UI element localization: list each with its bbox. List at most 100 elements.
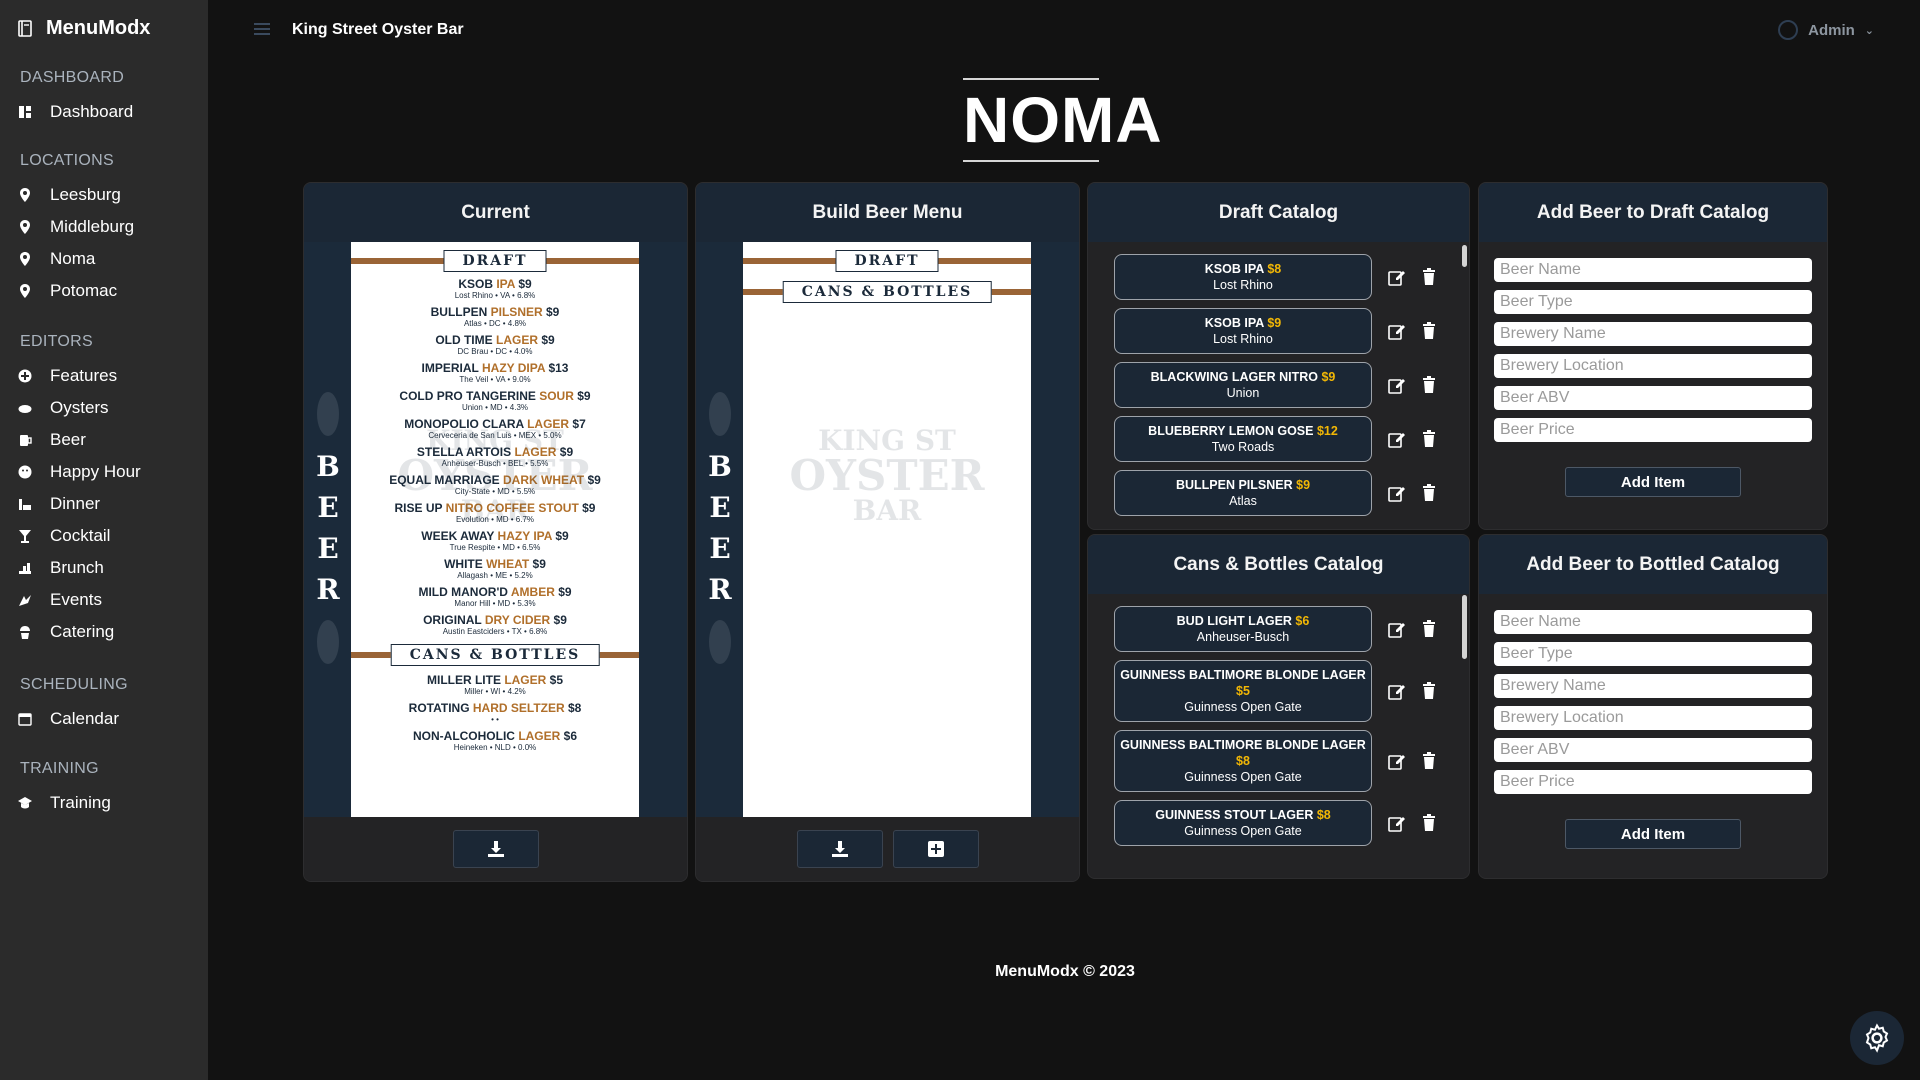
catalog-item[interactable]: GUINNESS STOUT LAGER $8 Guinness Open Gat…: [1114, 800, 1372, 846]
menu-item: WHITE WHEAT $9 Allagash • ME • 5.2%: [351, 558, 639, 581]
cocktail-icon: [18, 529, 32, 543]
trash-icon[interactable]: [1420, 322, 1438, 340]
brunch-icon: [18, 561, 32, 575]
sidebar-item-label: Brunch: [50, 558, 104, 577]
beer-name: BULLPEN: [430, 305, 491, 319]
beer-type-input[interactable]: [1494, 642, 1812, 666]
trash-icon[interactable]: [1420, 682, 1438, 700]
sidebar-item-leesburg[interactable]: Leesburg: [18, 185, 121, 205]
watermark-line: OYSTER: [789, 451, 985, 500]
trash-icon[interactable]: [1420, 814, 1438, 832]
catalog-row: BLACKWING LAGER NITRO $9 Union: [1114, 362, 1469, 408]
beer-letter: E: [709, 532, 731, 565]
sidebar-item-dashboard[interactable]: Dashboard: [18, 102, 133, 122]
sidebar-item-potomac[interactable]: Potomac: [18, 281, 117, 301]
gear-icon: [1865, 1023, 1889, 1053]
catalog-item[interactable]: BULLPEN PILSNER $9 Atlas: [1114, 470, 1372, 516]
edit-icon[interactable]: [1388, 376, 1406, 394]
brewery-location-input[interactable]: [1494, 706, 1812, 730]
catalog-item[interactable]: BUD LIGHT LAGER $6 Anheuser-Busch: [1114, 606, 1372, 652]
oyster-graphic-icon: [709, 392, 731, 436]
beer-type: SOUR: [539, 389, 574, 403]
sidebar-item-dinner[interactable]: Dinner: [18, 494, 100, 514]
brand[interactable]: MenuModx: [18, 17, 150, 40]
card-title: Build Beer Menu: [696, 183, 1079, 242]
brewery-location-input[interactable]: [1494, 354, 1812, 378]
sidebar-item-catering[interactable]: Catering: [18, 622, 114, 642]
scrollbar[interactable]: [1462, 595, 1467, 659]
beer-name: ROTATING: [408, 701, 473, 715]
beer-price: $5: [546, 673, 563, 687]
beer-name: BUD LIGHT LAGER: [1176, 614, 1292, 628]
edit-icon[interactable]: [1388, 752, 1406, 770]
oyster-graphic-icon: [709, 620, 731, 664]
edit-icon[interactable]: [1388, 430, 1406, 448]
sidebar-item-noma[interactable]: Noma: [18, 249, 95, 269]
sidebar-item-oysters[interactable]: Oysters: [18, 398, 109, 418]
sidebar-item-events[interactable]: Events: [18, 590, 102, 610]
beer-price: $8: [1316, 808, 1331, 822]
trash-icon[interactable]: [1420, 268, 1438, 286]
settings-button[interactable]: [1850, 1011, 1904, 1065]
sidebar-item-calendar[interactable]: Calendar: [18, 709, 119, 729]
catalog-item-name: GUINNESS BALTIMORE BLONDE LAGER $5: [1119, 667, 1367, 699]
beer-details: DC Brau • DC • 4.0%: [457, 347, 533, 356]
sidebar-item-happy-hour[interactable]: Happy Hour: [18, 462, 141, 482]
card-footer: [696, 817, 1079, 881]
edit-icon[interactable]: [1388, 484, 1406, 502]
sidebar-item-label: Dinner: [50, 494, 101, 513]
menu-item-name: MILD MANOR'D AMBER $9: [351, 586, 639, 599]
sidebar-item-beer[interactable]: Beer: [18, 430, 86, 450]
beer-letter: E: [709, 491, 731, 524]
beer-name-input[interactable]: [1494, 258, 1812, 282]
trash-icon[interactable]: [1420, 484, 1438, 502]
brewery-name-input[interactable]: [1494, 674, 1812, 698]
scrollbar[interactable]: [1462, 245, 1467, 267]
menu-item: NON-ALCOHOLIC LAGER $6 Heineken • NLD • 0…: [351, 730, 639, 753]
catalog-item-name: BULLPEN PILSNER $9: [1119, 477, 1367, 493]
beer-abv-input[interactable]: [1494, 738, 1812, 762]
download-button[interactable]: [452, 830, 539, 868]
beer-price: $5: [1236, 684, 1250, 698]
brewery-name-input[interactable]: [1494, 322, 1812, 346]
trash-icon[interactable]: [1420, 752, 1438, 770]
add-bottled-item-button[interactable]: Add Item: [1565, 819, 1741, 849]
trash-icon[interactable]: [1420, 430, 1438, 448]
catalog-item[interactable]: KSOB IPA $9 Lost Rhino: [1114, 308, 1372, 354]
sidebar-item-middleburg[interactable]: Middleburg: [18, 217, 134, 237]
add-draft-item-button[interactable]: Add Item: [1565, 467, 1741, 497]
catalog-item[interactable]: GUINNESS BALTIMORE BLONDE LAGER $5 Guinne…: [1114, 660, 1372, 722]
edit-icon[interactable]: [1388, 268, 1406, 286]
beer-type-input[interactable]: [1494, 290, 1812, 314]
sidebar-item-cocktail[interactable]: Cocktail: [18, 526, 110, 546]
beer-price-input[interactable]: [1494, 418, 1812, 442]
trash-icon[interactable]: [1420, 376, 1438, 394]
catalog-item-name: KSOB IPA $8: [1119, 261, 1367, 277]
edit-icon[interactable]: [1388, 322, 1406, 340]
sidebar-item-features[interactable]: Features: [18, 366, 117, 386]
edit-icon[interactable]: [1388, 814, 1406, 832]
catalog-item[interactable]: BLACKWING LAGER NITRO $9 Union: [1114, 362, 1372, 408]
sidebar-item-training[interactable]: Training: [18, 793, 111, 813]
sidebar-item-brunch[interactable]: Brunch: [18, 558, 104, 578]
add-beer-button[interactable]: [892, 830, 979, 868]
catalog-item[interactable]: KSOB IPA $8 Lost Rhino: [1114, 254, 1372, 300]
hamburger-menu-icon[interactable]: [254, 23, 270, 35]
user-menu[interactable]: Admin ⌄: [1778, 20, 1874, 40]
beer-abv-input[interactable]: [1494, 386, 1812, 410]
beer-price-input[interactable]: [1494, 770, 1812, 794]
trash-icon[interactable]: [1420, 620, 1438, 638]
bottled-catalog-list[interactable]: BUD LIGHT LAGER $6 Anheuser-Busch GUINNESS…: [1088, 594, 1469, 878]
catalog-item[interactable]: GUINNESS BALTIMORE BLONDE LAGER $8 Guinne…: [1114, 730, 1372, 792]
beer-name-input[interactable]: [1494, 610, 1812, 634]
beer-name: GUINNESS BALTIMORE BLONDE LAGER: [1120, 738, 1366, 752]
sidebar-item-label: Noma: [50, 249, 96, 268]
edit-icon[interactable]: [1388, 620, 1406, 638]
download-button[interactable]: [796, 830, 883, 868]
current-menu-card: Current B E E R KING ST OYSTER BAR DRAFT…: [303, 182, 688, 882]
draft-catalog-list[interactable]: KSOB IPA $8 Lost Rhino KSOB IPA $9 Lost Rhi…: [1088, 242, 1469, 529]
edit-icon[interactable]: [1388, 682, 1406, 700]
beer-vertical-word: B E E R: [704, 392, 736, 674]
catalog-item[interactable]: BLUEBERRY LEMON GOSE $12 Two Roads: [1114, 416, 1372, 462]
catering-icon: [18, 625, 32, 639]
